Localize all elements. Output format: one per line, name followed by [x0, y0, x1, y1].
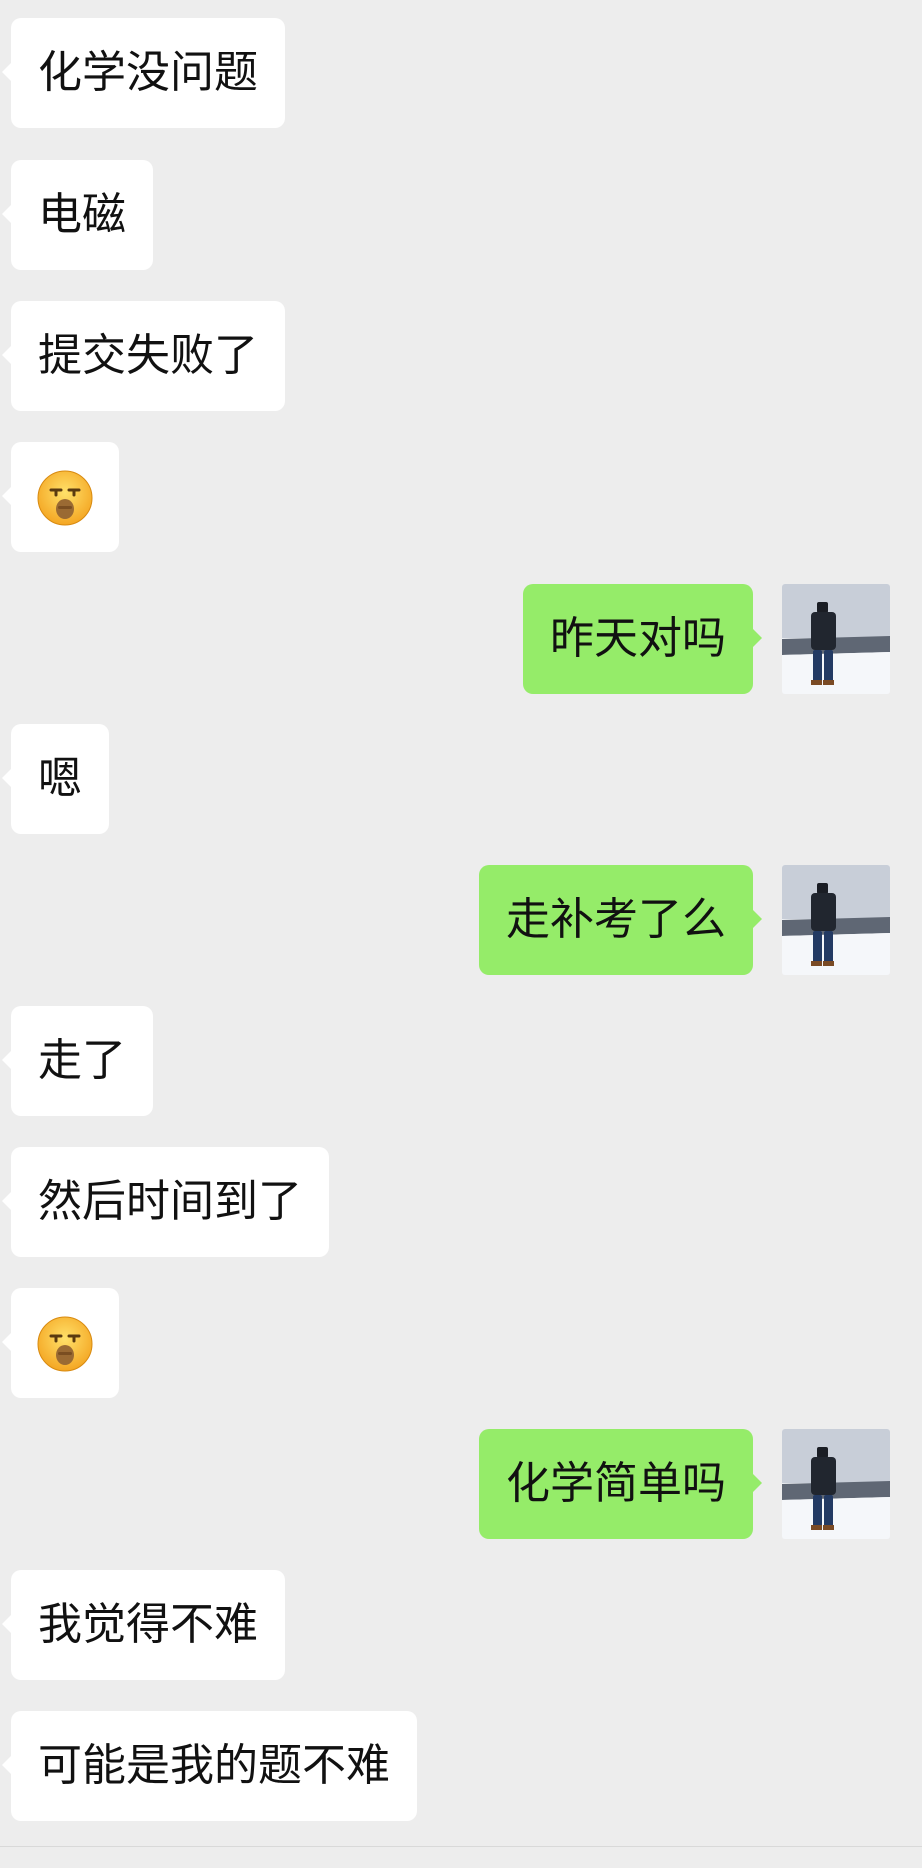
user-avatar-image [782, 584, 890, 694]
message-text: 走了 [38, 1035, 126, 1086]
user-avatar-image [782, 1429, 890, 1539]
message-text: 我觉得不难 [38, 1599, 258, 1650]
message-bubble[interactable]: 化学没问题 [2, 18, 285, 128]
message-text: 化学简单吗 [506, 1458, 726, 1509]
message-bubble[interactable]: 化学简单吗 [479, 1429, 762, 1539]
outgoing-message: 走补考了么 [0, 865, 922, 975]
sleepy-face-icon [37, 1316, 93, 1372]
message-text: 电磁 [38, 189, 126, 240]
sleepy-face-icon [37, 470, 93, 526]
message-bubble[interactable]: 电磁 [2, 160, 153, 270]
user-avatar-image [782, 865, 890, 975]
message-text: 然后时间到了 [38, 1176, 302, 1227]
message-bubble[interactable]: 提交失败了 [2, 301, 285, 411]
message-bubble[interactable]: 我觉得不难 [2, 1570, 285, 1680]
message-bubble[interactable] [2, 1288, 119, 1398]
message-text: 走补考了么 [506, 894, 726, 945]
message-bubble[interactable] [2, 442, 119, 552]
outgoing-message: 昨天对吗 [0, 584, 922, 694]
avatar[interactable] [782, 865, 890, 975]
avatar[interactable] [782, 584, 890, 694]
outgoing-message: 化学简单吗 [0, 1429, 922, 1539]
message-bubble[interactable]: 走了 [2, 1006, 153, 1116]
message-bubble[interactable]: 走补考了么 [479, 865, 762, 975]
message-text: 提交失败了 [38, 330, 258, 381]
bottom-divider [0, 1846, 922, 1847]
message-bubble[interactable]: 昨天对吗 [523, 584, 762, 694]
message-text: 化学没问题 [38, 47, 258, 98]
message-text: 嗯 [38, 753, 82, 804]
message-bubble[interactable]: 嗯 [2, 724, 109, 834]
message-bubble[interactable]: 可能是我的题不难 [2, 1711, 417, 1821]
message-text: 可能是我的题不难 [38, 1740, 390, 1791]
message-bubble[interactable]: 然后时间到了 [2, 1147, 329, 1257]
message-text: 昨天对吗 [550, 613, 726, 664]
avatar[interactable] [782, 1429, 890, 1539]
chat-message-list: 化学没问题 电磁 提交失败了 昨天对吗 嗯 走补考了么 走了 然后时间到了 化学… [0, 0, 922, 1868]
